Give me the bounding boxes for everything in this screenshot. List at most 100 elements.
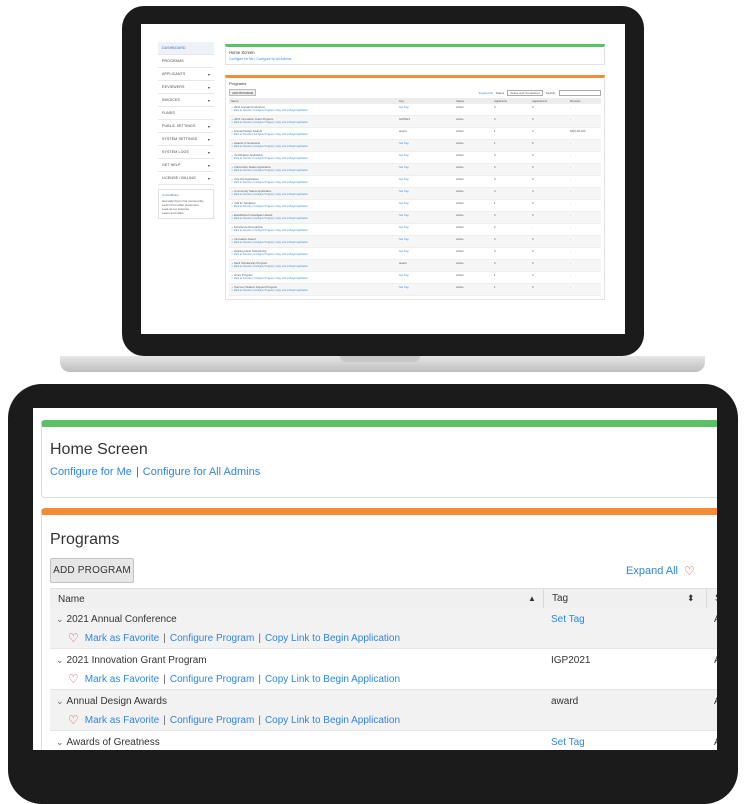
add-program-button-mini[interactable]: ADD PROGRAM <box>229 89 257 96</box>
sidebar-item[interactable]: PUBLIC SETTINGS ▾ <box>158 120 214 133</box>
copy-link-to-begin-application-link[interactable]: Copy Link to Begin Application <box>265 633 400 644</box>
row-actions-mini[interactable]: ♡ Mark as Favorite | Configure Program |… <box>231 145 399 148</box>
row-actions-mini[interactable]: ♡ Mark as Favorite | Configure Program |… <box>231 109 399 112</box>
row-actions-mini[interactable]: ♡ Mark as Favorite | Configure Program |… <box>231 289 399 292</box>
expand-all-label[interactable]: Expand All <box>626 565 678 577</box>
chevron-down-icon[interactable]: ▾ <box>208 72 210 77</box>
mark-as-favorite-link[interactable]: Mark as Favorite <box>85 715 159 726</box>
cell-mini: 0 <box>532 237 534 241</box>
column-header-mini[interactable]: Tag <box>399 99 456 103</box>
sidebar-item[interactable]: FUNDS <box>158 107 214 120</box>
chevron-down-icon[interactable]: ▾ <box>208 137 210 142</box>
heart-icon[interactable]: ♡ <box>68 713 79 727</box>
row-name-cell-mini: ⌄ Grant Program ♡ Mark as Favorite | Conf… <box>231 273 399 282</box>
program-tag-mini[interactable]: Set Tag <box>399 177 456 186</box>
program-tag-mini[interactable]: Set Tag <box>399 249 456 258</box>
configure-program-link[interactable]: Configure Program <box>170 715 254 726</box>
configure-for-me-link[interactable]: Configure for Me <box>50 466 132 478</box>
row-actions-mini[interactable]: ♡ Mark as Favorite | Configure Program |… <box>231 265 399 268</box>
program-name[interactable]: Awards of Greatness <box>67 737 160 748</box>
program-tag-mini[interactable]: Set Tag <box>399 285 456 294</box>
program-tag-mini[interactable]: Set Tag <box>399 273 456 282</box>
cell-mini: 4 <box>494 189 496 193</box>
add-program-button[interactable]: ADD PROGRAM <box>50 558 134 583</box>
expand-all-link[interactable]: Expand All ♡ <box>626 564 695 578</box>
expand-all-mini[interactable]: Expand All <box>479 91 493 95</box>
program-name[interactable]: Annual Design Awards <box>67 696 167 707</box>
column-header-status[interactable]: Sta <box>706 589 717 609</box>
row-actions-mini[interactable]: ♡ Mark as Favorite | Configure Program |… <box>231 157 399 160</box>
column-header-name[interactable]: Name <box>58 594 85 605</box>
cell-mini: - <box>570 273 571 277</box>
row-actions-mini[interactable]: ♡ Mark as Favorite | Configure Program |… <box>231 169 399 172</box>
chevron-down-icon[interactable]: ▾ <box>208 176 210 181</box>
chevron-down-icon[interactable]: ▾ <box>208 150 210 155</box>
chevron-down-icon[interactable]: ▾ <box>208 163 210 168</box>
program-name[interactable]: 2021 Innovation Grant Program <box>67 655 207 666</box>
sidebar-item[interactable]: DASHBOARD <box>158 42 214 55</box>
program-tag-mini[interactable]: Set Tag <box>399 189 456 198</box>
chevron-down-icon[interactable]: ⌄ <box>56 696 64 706</box>
column-header-mini[interactable]: Applications <box>532 99 570 103</box>
program-tag-mini[interactable]: Set Tag <box>399 237 456 246</box>
chevron-down-icon[interactable]: ▾ <box>208 85 210 90</box>
chevron-down-icon[interactable]: ⌄ <box>56 655 64 665</box>
configure-program-link[interactable]: Configure Program <box>170 633 254 644</box>
column-header-mini[interactable]: Name <box>231 99 399 103</box>
programs-table-mini: Name Tag Status Applicants Applications Revie… <box>229 98 601 296</box>
program-tag-mini[interactable]: Set Tag <box>399 165 456 174</box>
row-actions-mini[interactable]: ♡ Mark as Favorite | Configure Program |… <box>231 181 399 184</box>
row-actions-mini[interactable]: ♡ Mark as Favorite | Configure Program |… <box>231 193 399 196</box>
home-links-mini[interactable]: Configure for Me | Configure for All Adm… <box>229 57 601 61</box>
program-name[interactable]: 2021 Annual Conference <box>67 614 177 625</box>
program-tag-mini[interactable]: Set Tag <box>399 153 456 162</box>
set-tag-link[interactable]: Set Tag <box>551 737 585 748</box>
mark-as-favorite-link[interactable]: Mark as Favorite <box>85 633 159 644</box>
program-tag-mini[interactable]: Set Tag <box>399 213 456 222</box>
sidebar-item[interactable]: GET HELP ▾ <box>158 159 214 172</box>
heart-icon[interactable]: ♡ <box>684 564 695 578</box>
row-actions-mini[interactable]: ♡ Mark as Favorite | Configure Program |… <box>231 253 399 256</box>
row-actions-mini[interactable]: ♡ Mark as Favorite | Configure Program |… <box>231 133 399 136</box>
row-actions-mini[interactable]: ♡ Mark as Favorite | Configure Program |… <box>231 277 399 280</box>
column-header-mini[interactable]: Status <box>456 99 494 103</box>
sidebar-item[interactable]: SYSTEM LOGS ▾ <box>158 146 214 159</box>
chevron-down-icon[interactable]: ⌄ <box>56 614 64 624</box>
sidebar-item[interactable]: REVIEWERS ▾ <box>158 81 214 94</box>
chevron-down-icon[interactable]: ▾ <box>208 98 210 103</box>
row-actions-mini[interactable]: ♡ Mark as Favorite | Configure Program |… <box>231 121 399 124</box>
column-header-tag[interactable]: Tag <box>543 589 568 609</box>
column-header-mini[interactable]: Reviews <box>570 99 608 103</box>
program-tag-mini[interactable]: Set Tag <box>399 105 456 114</box>
set-tag-link[interactable]: Set Tag <box>551 614 585 625</box>
row-actions-mini[interactable]: ♡ Mark as Favorite | Configure Program |… <box>231 241 399 244</box>
sidebar-item[interactable]: SYSTEM SETTINGS ▾ <box>158 133 214 146</box>
sort-icon[interactable]: ⬍ <box>687 593 695 604</box>
configure-program-link[interactable]: Configure Program <box>170 674 254 685</box>
sidebar-item[interactable]: APPLICANTS ▾ <box>158 68 214 81</box>
sidebar-item[interactable]: PROGRAMS <box>158 55 214 68</box>
row-actions-mini[interactable]: ♡ Mark as Favorite | Configure Program |… <box>231 217 399 220</box>
chevron-down-icon[interactable]: ⌄ <box>56 737 64 747</box>
mark-as-favorite-link[interactable]: Mark as Favorite <box>85 674 159 685</box>
program-tag-mini[interactable]: Set Tag <box>399 141 456 150</box>
row-actions-mini[interactable]: ♡ Mark as Favorite | Configure Program |… <box>231 205 399 208</box>
sidebar-item[interactable]: LICENSE / BILLING ▾ <box>158 172 214 185</box>
sidebar-item-label: LICENSE / BILLING <box>162 176 196 180</box>
status-filter-select-mini[interactable]: Active and Completed <box>507 89 543 96</box>
configure-for-all-admins-link[interactable]: Configure for All Admins <box>143 466 260 478</box>
row-actions-mini[interactable]: ♡ Mark as Favorite | Configure Program |… <box>231 229 399 232</box>
heart-icon[interactable]: ♡ <box>68 672 79 686</box>
chevron-down-icon[interactable]: ▾ <box>208 124 210 129</box>
copy-link-to-begin-application-link[interactable]: Copy Link to Begin Application <box>265 715 400 726</box>
sidebar-item[interactable]: INVOICES ▾ <box>158 94 214 107</box>
heart-icon[interactable]: ♡ <box>68 631 79 645</box>
column-header-mini[interactable]: Applicants <box>494 99 532 103</box>
copy-link-to-begin-application-link[interactable]: Copy Link to Begin Application <box>265 674 400 685</box>
program-tag-mini[interactable]: Set Tag <box>399 225 456 234</box>
cell-mini: Active <box>456 273 464 277</box>
sort-ascending-icon[interactable]: ▲ <box>528 594 536 603</box>
program-tag-mini[interactable]: Set Tag <box>399 201 456 210</box>
search-input-mini[interactable] <box>559 89 601 96</box>
programs-card-mini: Programs ADD PROGRAM Expand All Status A… <box>225 75 605 300</box>
